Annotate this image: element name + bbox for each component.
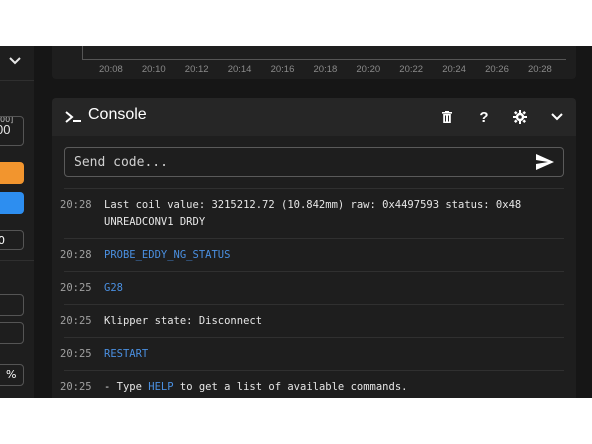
chart-tick-label: 20:24 (442, 64, 466, 75)
chart-tick-label: 20:10 (141, 64, 166, 75)
screenshot: 00] 00 0 % 20:08 20:10 20:12 20:14 20:16 20:1… (0, 0, 592, 444)
help-button[interactable]: ? (474, 107, 494, 127)
sidebar-panel: 00] 00 0 % (0, 46, 34, 398)
chart-tick-label: 20:20 (356, 64, 381, 75)
console-entry: 20:25 G28 (60, 271, 564, 304)
divider (0, 80, 34, 81)
console-panel: Console ? Send code... 20:28 Last coil v… (52, 98, 576, 398)
temperature-chart-card: 20:08 20:10 20:12 20:14 20:16 20:18 20:20 20:22… (52, 46, 576, 79)
chevron-down-icon[interactable] (6, 54, 24, 68)
sidebar-small-field-value: 0 (0, 234, 5, 247)
entry-timestamp: 20:25 (60, 315, 92, 327)
chart-y-axis (82, 46, 83, 60)
console-settings-button[interactable] (510, 107, 530, 127)
entry-timestamp: 20:28 (60, 199, 92, 211)
chevron-down-icon (551, 113, 563, 121)
entry-timestamp: 20:25 (60, 348, 92, 360)
entry-timestamp: 20:28 (60, 249, 92, 261)
divider (0, 260, 34, 261)
chart-tick-label: 20:18 (313, 64, 338, 75)
percent-label: % (6, 368, 17, 381)
send-icon[interactable] (535, 153, 555, 171)
console-entry-help: 20:25 - Type HELP to get a list of availa… (60, 370, 564, 398)
trash-icon (442, 111, 452, 123)
sidebar-value-text: 00 (0, 122, 11, 137)
gear-icon (513, 110, 527, 124)
sidebar-orange-button[interactable] (0, 162, 24, 184)
help-command-link[interactable]: HELP (148, 381, 173, 393)
console-title: Console (88, 106, 147, 123)
sidebar-input-field[interactable] (0, 294, 24, 316)
entry-command[interactable]: RESTART (100, 346, 564, 363)
clear-console-button[interactable] (437, 107, 457, 127)
command-input-box (64, 147, 564, 177)
sidebar-blue-button[interactable] (0, 192, 24, 214)
app-window: 00] 00 0 % 20:08 20:10 20:12 20:14 20:16 20:1… (0, 46, 592, 398)
help-line-suffix: to get a list of available commands. (173, 381, 408, 393)
question-mark-icon: ? (479, 108, 489, 126)
chart-tick-label: 20:12 (184, 64, 209, 75)
entry-message: - Type HELP to get a list of available c… (100, 379, 564, 398)
console-entry: 20:25 Klipper state: Disconnect (60, 304, 564, 337)
console-entry: 20:28 PROBE_EDDY_NG_STATUS (60, 238, 564, 271)
command-input[interactable] (65, 148, 525, 176)
help-line-prefix: - Type (104, 381, 149, 393)
console-log: 20:28 Last coil value: 3215212.72 (10.842… (52, 188, 576, 398)
chart-tick-label: 20:14 (227, 64, 252, 75)
chart-tick-label: 20:16 (270, 64, 295, 75)
entry-command[interactable]: PROBE_EDDY_NG_STATUS (100, 247, 564, 264)
chart-tick-label: 20:08 (99, 64, 123, 75)
entry-message: Last coil value: 3215212.72 (10.842mm) r… (104, 199, 522, 228)
chart-tick-label: 20:28 (528, 64, 552, 75)
entry-command[interactable]: G28 (100, 280, 564, 297)
collapse-console-button[interactable] (547, 107, 567, 127)
sidebar-input-field[interactable] (0, 322, 24, 344)
chart-tick-label: 20:22 (399, 64, 424, 75)
entry-message: Klipper state: Disconnect (104, 315, 263, 327)
console-header: Console ? (52, 98, 576, 136)
console-entry: 20:28 Last coil value: 3215212.72 (10.842… (60, 188, 564, 238)
terminal-prompt-icon (65, 111, 81, 123)
entry-timestamp: 20:25 (60, 282, 92, 294)
chart-x-axis (82, 59, 566, 60)
console-entry: 20:25 RESTART (60, 337, 564, 370)
chart-tick-label: 20:26 (485, 64, 509, 75)
entry-timestamp: 20:25 (60, 381, 92, 393)
